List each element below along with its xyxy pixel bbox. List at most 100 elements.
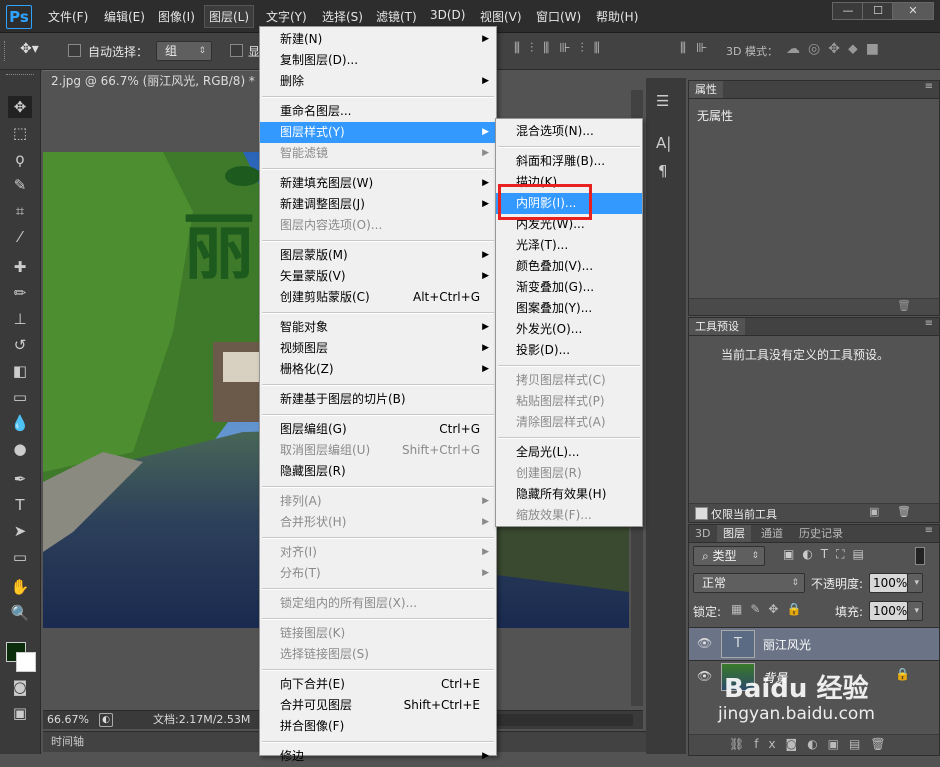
fill-input[interactable]: 100% — [869, 601, 908, 621]
layer-menu-item[interactable]: 智能滤镜 ▶ — [260, 143, 496, 164]
zoom-level[interactable]: 66.67% — [47, 711, 89, 729]
style-menu-item[interactable]: 混合选项(N)... — [496, 121, 642, 142]
layer-menu-item[interactable]: 新建基于图层的切片(B) — [260, 389, 496, 410]
menu-image[interactable]: 图像(I) — [158, 8, 195, 25]
layer-menu-item[interactable]: 新建填充图层(W) ▶ — [260, 173, 496, 194]
style-menu-item[interactable]: 图案叠加(Y)... — [496, 298, 642, 319]
style-menu-item[interactable]: 投影(D)... — [496, 340, 642, 361]
lock-icons[interactable]: ▦✎✥🔒 — [731, 602, 809, 616]
lasso-tool-icon[interactable]: ϙ — [8, 148, 32, 170]
layer-menu-item[interactable]: 新建(N) ▶ — [260, 29, 496, 50]
blur-tool-icon[interactable]: 💧 — [8, 412, 32, 434]
layer-row[interactable]: 👁 T 丽江风光 — [689, 627, 939, 660]
layer-menu-item[interactable]: 图层蒙版(M) ▶ — [260, 245, 496, 266]
grip-handle[interactable] — [4, 41, 8, 61]
style-menu-item[interactable]: 粘贴图层样式(P) — [496, 391, 642, 412]
3d-mode-icons[interactable]: ☁◎✥⬥■ — [786, 41, 887, 57]
show-transform-checkbox[interactable] — [230, 44, 243, 57]
crop-tool-icon[interactable]: ⌗ — [8, 200, 32, 222]
blend-mode-dropdown[interactable]: 正常 ⇕ — [693, 573, 805, 593]
type-tool-icon[interactable]: T — [8, 494, 32, 516]
fill-dropdown[interactable]: ▾ — [907, 601, 923, 621]
maximize-button[interactable]: ☐ — [862, 2, 894, 20]
menu-select[interactable]: 选择(S) — [322, 8, 363, 25]
layer-name[interactable]: 丽江风光 — [763, 636, 811, 653]
layer-menu-item[interactable]: 选择链接图层(S) — [260, 644, 496, 665]
menu-type[interactable]: 文字(Y) — [266, 8, 307, 25]
layer-menu-item[interactable]: 链接图层(K) — [260, 623, 496, 644]
menu-filter[interactable]: 滤镜(T) — [376, 8, 417, 25]
layer-menu-item[interactable]: 图层样式(Y) ▶ — [260, 122, 496, 143]
style-menu-item[interactable]: 渐变叠加(G)... — [496, 277, 642, 298]
filter-toggle[interactable] — [915, 547, 925, 565]
quick-select-tool-icon[interactable]: ✎ — [8, 174, 32, 196]
hand-tool-icon[interactable]: ✋ — [8, 576, 32, 598]
new-preset-icon[interactable]: ▣ — [869, 505, 879, 518]
style-menu-item[interactable]: 全局光(L)... — [496, 442, 642, 463]
auto-select-checkbox[interactable] — [68, 44, 81, 57]
layer-menu-item[interactable]: 取消图层编组(U) Shift+Ctrl+G — [260, 440, 496, 461]
style-menu-item[interactable]: 外发光(O)... — [496, 319, 642, 340]
opacity-input[interactable]: 100% — [869, 573, 908, 593]
eye-icon[interactable]: 👁 — [697, 636, 712, 650]
paragraph-panel-icon[interactable]: ¶ — [658, 162, 668, 180]
style-menu-item[interactable]: 光泽(T)... — [496, 235, 642, 256]
style-menu-item[interactable]: 清除图层样式(A) — [496, 412, 642, 433]
close-window-button[interactable]: ✕ — [892, 2, 934, 20]
shape-tool-icon[interactable]: ▭ — [8, 546, 32, 568]
menu-view[interactable]: 视图(V) — [480, 8, 522, 25]
quick-mask-icon[interactable]: ◙ — [8, 676, 32, 698]
minimize-button[interactable]: — — [832, 2, 864, 20]
gradient-tool-icon[interactable]: ▭ — [8, 386, 32, 408]
layer-footer-icons[interactable]: ⛓fx◙◐▣▤🗑 — [729, 737, 896, 751]
marquee-tool-icon[interactable]: ⬚ — [8, 122, 32, 144]
layer-menu-item[interactable]: 分布(T) ▶ — [260, 563, 496, 584]
menu-help[interactable]: 帮助(H) — [596, 8, 638, 25]
background-color-swatch[interactable] — [16, 652, 36, 672]
panel-menu-icon[interactable]: ≡ — [925, 525, 933, 536]
layer-menu-item[interactable]: 栅格化(Z) ▶ — [260, 359, 496, 380]
layer-menu-item[interactable]: 智能对象 ▶ — [260, 317, 496, 338]
layer-menu-item[interactable]: 锁定组内的所有图层(X)... — [260, 593, 496, 614]
style-menu-item[interactable]: 颜色叠加(V)... — [496, 256, 642, 277]
layer-menu-item[interactable]: 新建调整图层(J) ▶ — [260, 194, 496, 215]
tab-history[interactable]: 历史记录 — [793, 525, 849, 542]
panel-menu-icon[interactable]: ≡ — [925, 81, 933, 92]
menu-edit[interactable]: 编辑(E) — [104, 8, 145, 25]
eyedropper-tool-icon[interactable]: ⁄ — [8, 226, 32, 248]
screen-mode-icon[interactable]: ▣ — [8, 702, 32, 724]
layer-menu-item[interactable]: 合并可见图层 Shift+Ctrl+E — [260, 695, 496, 716]
layer-menu-item[interactable]: 合并形状(H) ▶ — [260, 512, 496, 533]
character-panel-icon[interactable]: A| — [656, 134, 671, 152]
current-tool-only-checkbox[interactable] — [695, 507, 708, 520]
eraser-tool-icon[interactable]: ◧ — [8, 360, 32, 382]
move-tool-icon[interactable]: ✥ — [8, 96, 32, 118]
style-menu-item[interactable]: 斜面和浮雕(B)... — [496, 151, 642, 172]
layer-menu-item[interactable]: 拼合图像(F) — [260, 716, 496, 737]
layer-menu-item[interactable]: 删除 ▶ — [260, 71, 496, 92]
style-menu-item[interactable]: 隐藏所有效果(H) — [496, 484, 642, 505]
align-icons[interactable]: ⫼⫶⫼⊪⫶⫼ — [514, 41, 610, 56]
layer-menu-item[interactable]: 对齐(I) ▶ — [260, 542, 496, 563]
layer-menu-item[interactable]: 矢量蒙版(V) ▶ — [260, 266, 496, 287]
layer-menu-item[interactable]: 图层内容选项(O)... — [260, 215, 496, 236]
layer-menu-item[interactable]: 复制图层(D)... — [260, 50, 496, 71]
layer-menu-item[interactable]: 向下合并(E) Ctrl+E — [260, 674, 496, 695]
zoom-tool-icon[interactable]: 🔍 — [8, 602, 32, 624]
history-panel-icon[interactable]: ☰ — [656, 92, 669, 110]
layer-menu-item[interactable]: 创建剪贴蒙版(C) Alt+Ctrl+G — [260, 287, 496, 308]
style-menu-item[interactable]: 拷贝图层样式(C) — [496, 370, 642, 391]
distribute-icons[interactable]: ⫼⊪ — [680, 41, 717, 56]
layer-filter-icons[interactable]: ▣◐T⛶▤ — [783, 547, 872, 562]
healing-brush-icon[interactable]: ✚ — [8, 256, 32, 278]
toolbox-grip[interactable] — [6, 74, 34, 79]
style-menu-item[interactable]: 缩放效果(F)... — [496, 505, 642, 526]
layer-menu-item[interactable]: 隐藏图层(R) — [260, 461, 496, 482]
tab-properties[interactable]: 属性 — [689, 81, 723, 98]
layer-menu-item[interactable]: 排列(A) ▶ — [260, 491, 496, 512]
layer-filter-dropdown[interactable]: ⌕ 类型 ⇕ — [693, 546, 765, 566]
path-select-icon[interactable]: ➤ — [8, 520, 32, 542]
auto-select-dropdown[interactable]: 组 ⇕ — [156, 41, 212, 61]
trash-icon[interactable]: 🗑 — [897, 299, 911, 312]
dodge-tool-icon[interactable]: ● — [8, 438, 32, 460]
